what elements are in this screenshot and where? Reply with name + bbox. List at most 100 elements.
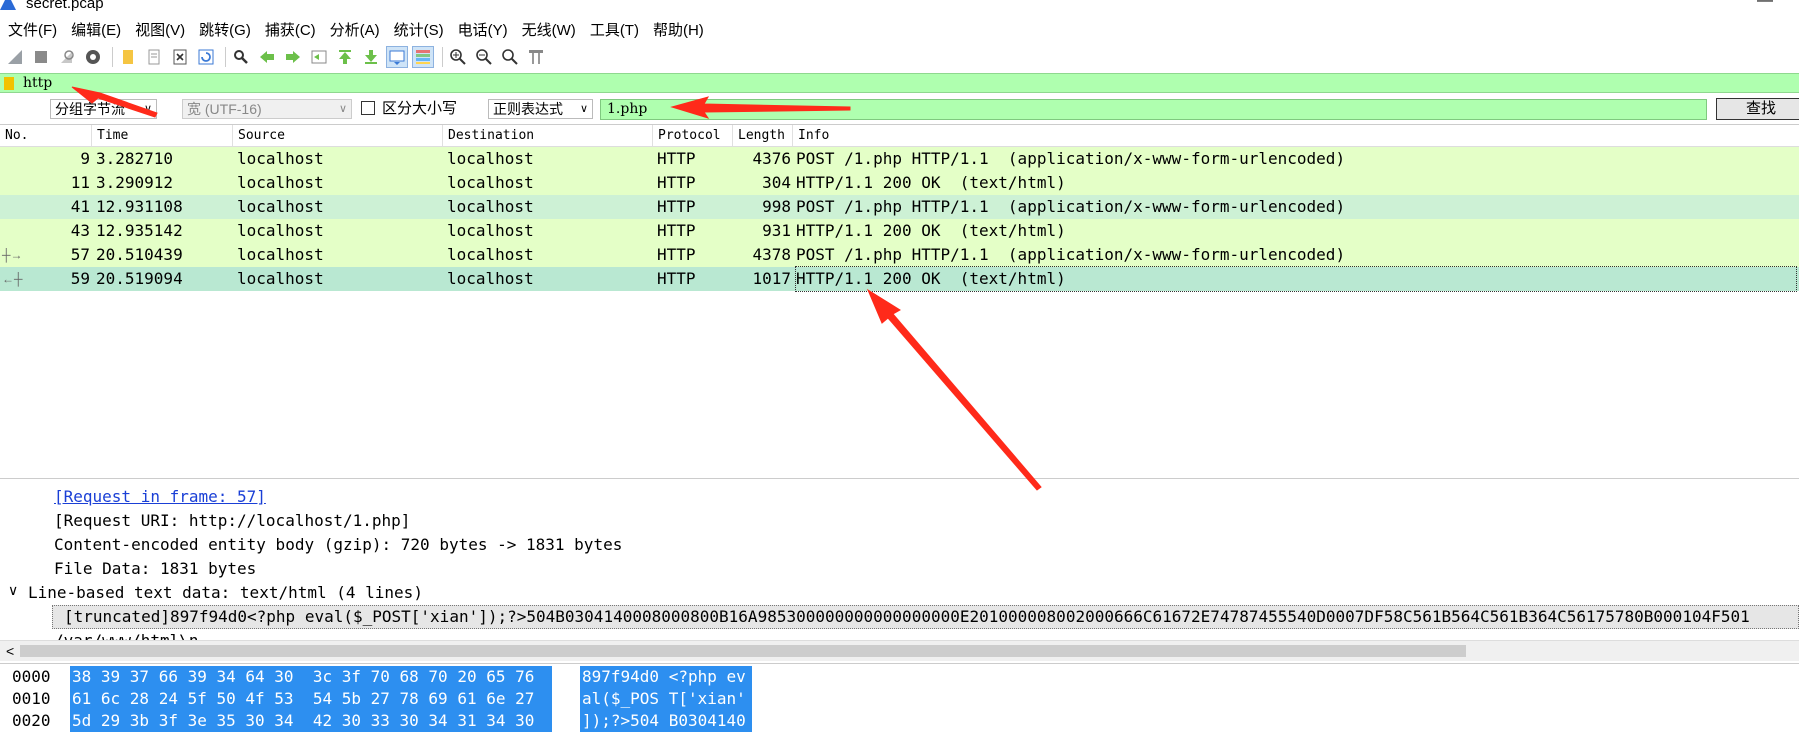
- zoom-in-icon[interactable]: [447, 46, 469, 68]
- find-packet-bar: 分组字节流 ∨ 宽 (UTF-16) ∨ 区分大小写 正则表达式 ∨ 1.php 查找: [0, 96, 1799, 122]
- colorize-icon[interactable]: [412, 46, 434, 68]
- table-row[interactable]: 9 3.282710 localhost localhost HTTP 4376 POST …: [0, 147, 1799, 171]
- back-icon[interactable]: [256, 46, 278, 68]
- column-destination[interactable]: Destination: [443, 125, 653, 146]
- file-data-field[interactable]: File Data: 1831 bytes: [54, 558, 256, 580]
- ascii-bytes[interactable]: al($_POS T['xian': [580, 688, 752, 710]
- case-sensitive-checkbox[interactable]: [361, 101, 375, 115]
- menu-wireless[interactable]: 无线(W): [522, 19, 576, 40]
- menu-capture[interactable]: 捕获(C): [265, 19, 316, 40]
- cell-no: 43: [70, 221, 90, 240]
- zoom-out-icon[interactable]: [473, 46, 495, 68]
- chevron-down-icon: ∨: [338, 103, 347, 115]
- cell-no: 9: [80, 149, 90, 168]
- request-in-frame-link[interactable]: [Request in frame: 57]: [54, 486, 266, 508]
- cell-info: POST /1.php HTTP/1.1 (application/x-www-…: [796, 149, 1346, 168]
- menu-help[interactable]: 帮助(H): [653, 19, 704, 40]
- autoscroll-icon[interactable]: [386, 46, 408, 68]
- scrollbar-thumb[interactable]: [20, 645, 1466, 657]
- chevron-down-icon: ∨: [143, 103, 152, 115]
- cell-len: 1017: [752, 269, 791, 288]
- find-button[interactable]: 查找: [1716, 98, 1799, 120]
- resize-columns-icon[interactable]: [525, 46, 547, 68]
- bookmark-icon[interactable]: [4, 77, 14, 90]
- cell-dst: localhost: [447, 149, 534, 168]
- search-input[interactable]: 1.php: [600, 99, 1707, 120]
- toolbar-separator: [112, 47, 113, 67]
- start-capture-icon[interactable]: [4, 46, 26, 68]
- display-filter-input[interactable]: http: [23, 74, 52, 92]
- menu-file[interactable]: 文件(F): [8, 19, 57, 40]
- cell-src: localhost: [237, 269, 324, 288]
- search-scope-select[interactable]: 分组字节流 ∨: [50, 99, 157, 119]
- hex-bytes[interactable]: 5d 29 3b 3f 3e 35 30 34 42 30 33 30 34 3…: [70, 710, 552, 732]
- table-row[interactable]: 59 20.519094 localhost localhost HTTP 1017 HTT…: [0, 266, 1799, 292]
- request-uri-field[interactable]: [Request URI: http://localhost/1.php]: [54, 510, 410, 532]
- menu-analyze[interactable]: 分析(A): [330, 19, 380, 40]
- cell-proto: HTTP: [657, 245, 696, 264]
- cell-time: 12.935142: [96, 221, 183, 240]
- cell-len: 931: [762, 221, 791, 240]
- scroll-left-icon[interactable]: <: [6, 641, 14, 661]
- hex-bytes[interactable]: 61 6c 28 24 5f 50 4f 53 54 5b 27 78 69 6…: [70, 688, 552, 710]
- cell-src: localhost: [237, 197, 324, 216]
- details-horizontal-scrollbar[interactable]: <: [0, 640, 1799, 661]
- column-length[interactable]: Length: [733, 125, 793, 146]
- cell-time: 3.290912: [96, 173, 174, 192]
- truncated-data-field[interactable]: [truncated]897f94d0<?php eval($_POST['xi…: [64, 606, 1750, 628]
- column-no[interactable]: No.: [0, 125, 92, 146]
- capture-options-icon[interactable]: [82, 46, 104, 68]
- menu-telephony[interactable]: 电话(Y): [458, 19, 508, 40]
- cell-dst: localhost: [447, 269, 534, 288]
- wireshark-icon: [0, 0, 16, 10]
- menu-view[interactable]: 视图(V): [135, 19, 185, 40]
- related-packet-marker-icon: ←┼: [2, 272, 23, 286]
- save-file-icon[interactable]: [143, 46, 165, 68]
- search-mode-select[interactable]: 正则表达式 ∨: [488, 99, 593, 119]
- column-info[interactable]: Info: [793, 125, 1799, 146]
- table-row[interactable]: 41 12.931108 localhost localhost HTTP 998 POST…: [0, 195, 1799, 219]
- table-row[interactable]: 43 12.935142 localhost localhost HTTP 931 HTTP…: [0, 219, 1799, 243]
- line-based-text-node[interactable]: Line-based text data: text/html (4 lines…: [28, 582, 423, 604]
- forward-icon[interactable]: [282, 46, 304, 68]
- ascii-bytes[interactable]: ]);?>504 B0304140: [580, 710, 752, 732]
- chevron-down-icon[interactable]: ∨: [8, 582, 18, 599]
- go-to-packet-icon[interactable]: [308, 46, 330, 68]
- reload-icon[interactable]: [195, 46, 217, 68]
- cell-proto: HTTP: [657, 269, 696, 288]
- content-encoded-field[interactable]: Content-encoded entity body (gzip): 720 …: [54, 534, 622, 556]
- menu-tools[interactable]: 工具(T): [590, 19, 639, 40]
- column-time[interactable]: Time: [92, 125, 233, 146]
- display-filter-bar[interactable]: http: [0, 73, 1799, 93]
- restart-capture-icon[interactable]: [56, 46, 78, 68]
- find-icon[interactable]: [230, 46, 252, 68]
- close-file-icon[interactable]: [169, 46, 191, 68]
- cell-no: 41: [70, 197, 90, 216]
- related-packet-marker-icon: ┼→: [2, 248, 23, 262]
- toolbar-separator: [225, 47, 226, 67]
- data-line-field[interactable]: /var/www/html\n: [54, 630, 199, 640]
- table-row[interactable]: 11 3.290912 localhost localhost HTTP 304 HTTP/…: [0, 171, 1799, 195]
- search-scope-value: 分组字节流: [55, 101, 125, 117]
- cell-time: 3.282710: [96, 149, 174, 168]
- ascii-bytes[interactable]: 897f94d0 <?php ev: [580, 666, 752, 688]
- cell-proto: HTTP: [657, 197, 696, 216]
- first-packet-icon[interactable]: [334, 46, 356, 68]
- menu-go[interactable]: 跳转(G): [199, 19, 251, 40]
- title-bar: secret.pcap —: [0, 0, 1799, 14]
- last-packet-icon[interactable]: [360, 46, 382, 68]
- open-file-icon[interactable]: [117, 46, 139, 68]
- column-source[interactable]: Source: [233, 125, 443, 146]
- cell-dst: localhost: [447, 245, 534, 264]
- cell-time: 20.519094: [96, 269, 183, 288]
- menu-edit[interactable]: 编辑(E): [71, 19, 121, 40]
- table-row[interactable]: 57 20.510439 localhost localhost HTTP 4378 POS…: [0, 243, 1799, 267]
- minimize-button[interactable]: —: [1757, 0, 1773, 10]
- hex-bytes[interactable]: 38 39 37 66 39 34 64 30 3c 3f 70 68 70 2…: [70, 666, 552, 688]
- menu-statistics[interactable]: 统计(S): [394, 19, 444, 40]
- cell-src: localhost: [237, 149, 324, 168]
- character-encoding-select[interactable]: 宽 (UTF-16) ∨: [182, 99, 352, 119]
- stop-capture-icon[interactable]: [30, 46, 52, 68]
- column-protocol[interactable]: Protocol: [653, 125, 733, 146]
- normal-size-icon[interactable]: [499, 46, 521, 68]
